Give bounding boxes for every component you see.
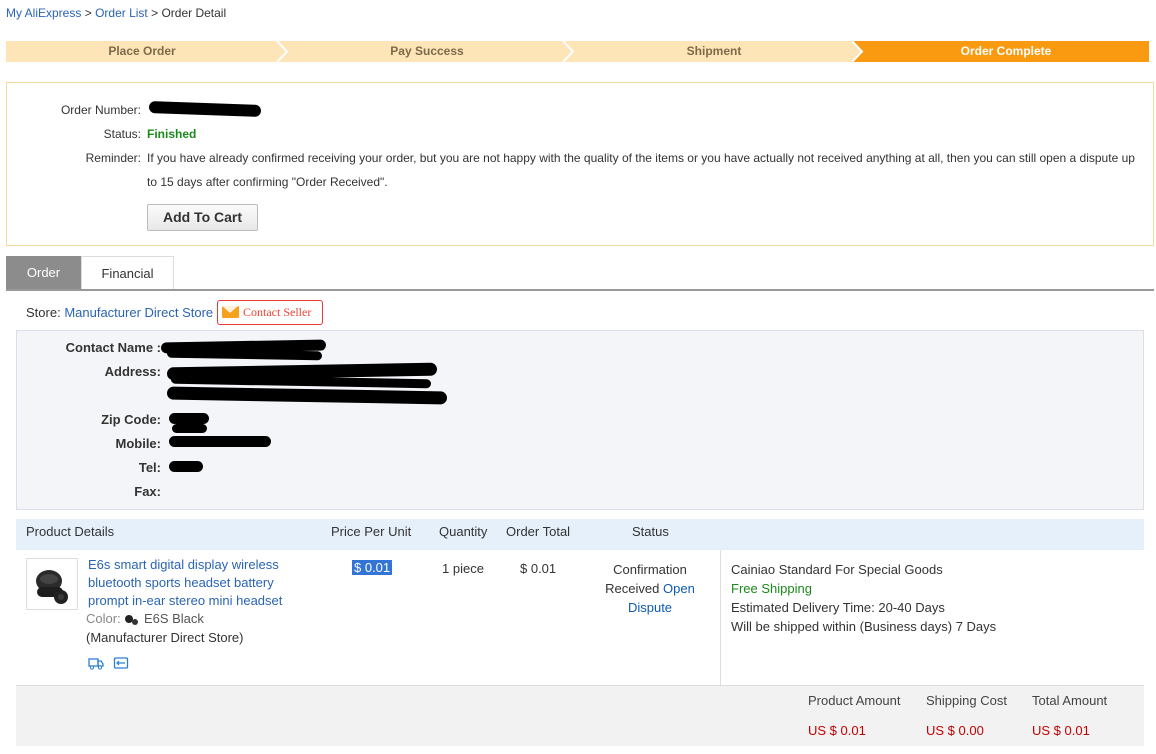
step-shipment: Shipment xyxy=(686,44,742,58)
shipping-info: Cainiao Standard For Special Goods Free … xyxy=(731,560,996,636)
shipping-truck-icon[interactable] xyxy=(88,656,104,670)
shipping-address-box: Contact Name : Address: Zip Code: Mobile… xyxy=(16,330,1144,510)
tel-label: Tel: xyxy=(138,460,161,475)
header-status: Status xyxy=(632,524,669,539)
redaction-mark xyxy=(169,436,271,447)
breadcrumb-order-list[interactable]: Order List xyxy=(95,6,148,20)
price-per-unit: $ 0.01 xyxy=(352,560,393,575)
product-action-icons xyxy=(88,656,129,673)
product-color: Color: E6S Black xyxy=(86,611,204,626)
color-value: E6S Black xyxy=(143,611,204,626)
total-amount-value: US $ 0.01 xyxy=(1032,723,1090,738)
header-order-total: Order Total xyxy=(506,524,571,539)
breadcrumb-separator: > xyxy=(151,6,159,20)
breadcrumb: My AliExpress > Order List > Order Detai… xyxy=(6,6,226,20)
step-order-complete: Order Complete xyxy=(960,44,1052,58)
breadcrumb-my-aliexpress[interactable]: My AliExpress xyxy=(6,6,81,20)
status-value: Finished xyxy=(147,127,197,141)
product-thumbnail[interactable] xyxy=(26,558,78,610)
order-total-value: $ 0.01 xyxy=(520,561,557,576)
contact-name-label: Contact Name : xyxy=(65,340,161,355)
order-status-cell: Confirmation Received Open Dispute xyxy=(600,560,700,617)
header-price-per-unit: Price Per Unit xyxy=(331,524,412,539)
table-row: E6s smart digital display wireless bluet… xyxy=(16,550,1144,686)
product-name-link[interactable]: E6s smart digital display wireless bluet… xyxy=(88,556,298,610)
breadcrumb-separator: > xyxy=(84,6,92,20)
tab-order[interactable]: Order xyxy=(6,256,81,289)
header-quantity: Quantity xyxy=(439,524,488,539)
quantity-value: 1 piece xyxy=(442,561,484,576)
reminder-label: Reminder: xyxy=(85,151,141,165)
shipping-cost-label: Shipping Cost xyxy=(926,693,1007,708)
redaction-mark xyxy=(169,461,203,472)
header-product-details: Product Details xyxy=(26,524,115,539)
redaction-mark xyxy=(148,101,262,117)
shipping-cost-value: US $ 0.00 xyxy=(926,723,984,738)
tab-financial[interactable]: Financial xyxy=(81,256,174,289)
snapshot-card-icon[interactable] xyxy=(113,656,129,670)
store-line: Store: Manufacturer Direct Store xyxy=(26,305,213,320)
redaction-mark xyxy=(170,374,432,389)
fax-label: Fax: xyxy=(134,484,161,499)
redaction-mark xyxy=(166,348,323,361)
mobile-label: Mobile: xyxy=(115,436,162,451)
ship-within: Will be shipped within (Business days) 7… xyxy=(731,619,997,634)
redaction-mark xyxy=(169,413,209,424)
order-number-label: Order Number: xyxy=(60,103,141,117)
redaction-mark xyxy=(172,424,207,433)
redaction-mark xyxy=(166,386,448,405)
product-amount-value: US $ 0.01 xyxy=(808,723,866,738)
store-label: Store: xyxy=(26,305,61,320)
store-name-link[interactable]: Manufacturer Direct Store xyxy=(64,305,213,320)
color-label: Color: xyxy=(86,611,121,626)
product-table-header: Product Details Price Per Unit Quantity … xyxy=(16,519,1144,550)
breadcrumb-current: Order Detail xyxy=(161,6,227,20)
shipping-method: Cainiao Standard For Special Goods xyxy=(731,562,943,577)
status-label: Status: xyxy=(103,127,141,141)
add-to-cart-button[interactable]: Add To Cart xyxy=(147,204,258,231)
column-divider xyxy=(720,550,721,686)
contact-seller-button[interactable]: Contact Seller xyxy=(217,300,323,325)
total-amount-label: Total Amount xyxy=(1032,693,1108,708)
tab-bar: Order Financial xyxy=(6,256,1154,291)
product-store-name: (Manufacturer Direct Store) xyxy=(86,630,244,645)
contact-seller-label: Contact Seller xyxy=(243,305,312,319)
envelope-icon xyxy=(222,306,239,318)
earbuds-image-icon xyxy=(36,570,68,604)
delivery-time: Estimated Delivery Time: 20-40 Days xyxy=(731,600,945,615)
step-pay-success: Pay Success xyxy=(390,44,464,58)
address-label: Address: xyxy=(104,364,161,379)
color-swatch-icon xyxy=(125,614,139,625)
product-amount-label: Product Amount xyxy=(808,693,901,708)
order-info-box: Order Number: Status: Finished Reminder:… xyxy=(6,82,1154,246)
step-place-order: Place Order xyxy=(108,44,176,58)
order-totals: Product Amount Shipping Cost Total Amoun… xyxy=(16,686,1144,746)
shipping-fee: Free Shipping xyxy=(731,581,812,596)
order-progress: Place Order Pay Success Shipment Order C… xyxy=(6,41,1149,62)
zip-code-label: Zip Code: xyxy=(101,412,161,427)
reminder-text: If you have already confirmed receiving … xyxy=(147,151,1135,189)
